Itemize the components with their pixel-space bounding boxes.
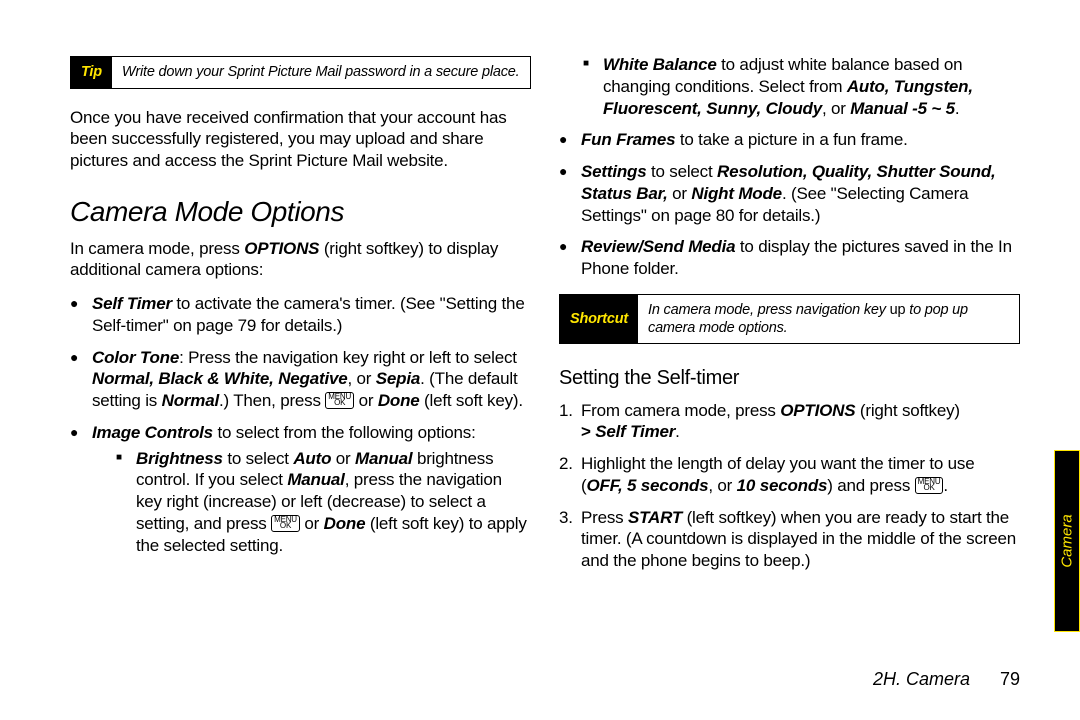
option-label: Self Timer	[92, 294, 172, 313]
tip-box: Tip Write down your Sprint Picture Mail …	[70, 56, 531, 89]
option-label: Fun Frames	[581, 130, 675, 149]
option-value: Manual	[355, 449, 412, 468]
text: , or	[708, 476, 736, 495]
page: Tip Write down your Sprint Picture Mail …	[0, 0, 1080, 720]
text: , or	[347, 369, 375, 388]
list-item-review-send: Review/Send Media to display the picture…	[559, 236, 1020, 280]
step-1: From camera mode, press OPTIONS (right s…	[559, 400, 1020, 444]
side-tab: Camera	[1054, 450, 1080, 632]
option-values: Normal, Black & White, Negative	[92, 369, 347, 388]
shortcut-body: In camera mode, press navigation key up …	[638, 295, 1019, 343]
sublist-item-white-balance: White Balance to adjust white balance ba…	[559, 54, 1020, 119]
text: .	[943, 476, 948, 495]
text: From camera mode, press	[581, 401, 780, 420]
text: Press	[581, 508, 628, 527]
text: In camera mode, press	[70, 239, 244, 258]
list-item-image-controls: Image Controls to select from the follow…	[70, 422, 531, 557]
start-keyword: START	[628, 508, 682, 527]
step-2: Highlight the length of delay you want t…	[559, 453, 1020, 497]
key-bottom: OK	[923, 483, 934, 492]
options-keyword: OPTIONS	[780, 401, 855, 420]
page-footer: 2H. Camera 79	[873, 669, 1020, 690]
footer-chapter: 2H. Camera	[873, 669, 970, 690]
steps-list: From camera mode, press OPTIONS (right s…	[559, 400, 1020, 572]
option-value: Night Mode	[691, 184, 782, 203]
tip-tag: Tip	[71, 57, 112, 88]
option-value: Manual -5 ~ 5	[850, 99, 955, 118]
option-value: Manual	[287, 470, 344, 489]
option-value: Normal	[162, 391, 219, 410]
text: : Press the navigation key right or left…	[179, 348, 517, 367]
text: ) and press	[827, 476, 914, 495]
option-label: White Balance	[603, 55, 717, 74]
key-bottom: OK	[334, 398, 345, 407]
menu-ok-key-icon: MENUOK	[271, 515, 300, 532]
text: or	[331, 449, 355, 468]
camera-mode-intro: In camera mode, press OPTIONS (right sof…	[70, 238, 531, 282]
option-value: Sepia	[376, 369, 420, 388]
sub-title: Setting the Self-timer	[559, 366, 1020, 392]
side-tab-label: Camera	[1059, 514, 1076, 567]
text: or	[300, 514, 324, 533]
text: to select from the following options:	[213, 423, 476, 442]
text: (left soft key).	[420, 391, 523, 410]
right-column: White Balance to adjust white balance ba…	[559, 54, 1020, 700]
shortcut-tag: Shortcut	[560, 295, 638, 343]
option-label: Review/Send Media	[581, 237, 735, 256]
list-item-self-timer: Self Timer to activate the camera's time…	[70, 293, 531, 337]
list-item-color-tone: Color Tone: Press the navigation key rig…	[70, 347, 531, 412]
intro-paragraph: Once you have received confirmation that…	[70, 107, 531, 172]
image-controls-sublist: Brightness to select Auto or Manual brig…	[92, 448, 531, 557]
breadcrumb-gt: >	[581, 422, 591, 441]
footer-page-number: 79	[1000, 669, 1020, 690]
text: In camera mode, press navigation key	[648, 302, 890, 318]
list-item-fun-frames: Fun Frames to take a picture in a fun fr…	[559, 129, 1020, 151]
text: , or	[822, 99, 850, 118]
text: to select	[223, 449, 294, 468]
text: or	[668, 184, 692, 203]
option-value: Auto	[293, 449, 331, 468]
text: to take a picture in a fun frame.	[675, 130, 907, 149]
shortcut-box: Shortcut In camera mode, press navigatio…	[559, 294, 1020, 344]
text: (right softkey)	[855, 401, 960, 420]
option-values: OFF, 5 seconds	[586, 476, 708, 495]
key-bottom: OK	[280, 521, 291, 530]
sublist-item-brightness: Brightness to select Auto or Manual brig…	[92, 448, 531, 557]
option-value: 10 seconds	[737, 476, 828, 495]
text: or	[354, 391, 378, 410]
text: to select	[646, 162, 717, 181]
left-column: Tip Write down your Sprint Picture Mail …	[70, 54, 531, 700]
option-label: Settings	[581, 162, 646, 181]
option-label: Brightness	[136, 449, 223, 468]
step-3: Press START (left softkey) when you are …	[559, 507, 1020, 572]
text: .	[675, 422, 680, 441]
option-label: Self Timer	[595, 422, 675, 441]
option-label: Color Tone	[92, 348, 179, 367]
image-controls-sublist-cont: White Balance to adjust white balance ba…	[559, 54, 1020, 119]
list-item-settings: Settings to select Resolution, Quality, …	[559, 161, 1020, 226]
section-title: Camera Mode Options	[70, 194, 531, 230]
options-keyword: OPTIONS	[244, 239, 319, 258]
menu-ok-key-icon: MENUOK	[325, 392, 354, 409]
text: .) Then, press	[219, 391, 325, 410]
menu-ok-key-icon: MENUOK	[915, 477, 944, 494]
done-keyword: Done	[324, 514, 366, 533]
options-list-cont: Fun Frames to take a picture in a fun fr…	[559, 129, 1020, 280]
text: .	[955, 99, 960, 118]
option-label: Image Controls	[92, 423, 213, 442]
done-keyword: Done	[378, 391, 420, 410]
options-list: Self Timer to activate the camera's time…	[70, 293, 531, 556]
up-keyword: up	[890, 302, 906, 318]
tip-body: Write down your Sprint Picture Mail pass…	[112, 57, 530, 88]
